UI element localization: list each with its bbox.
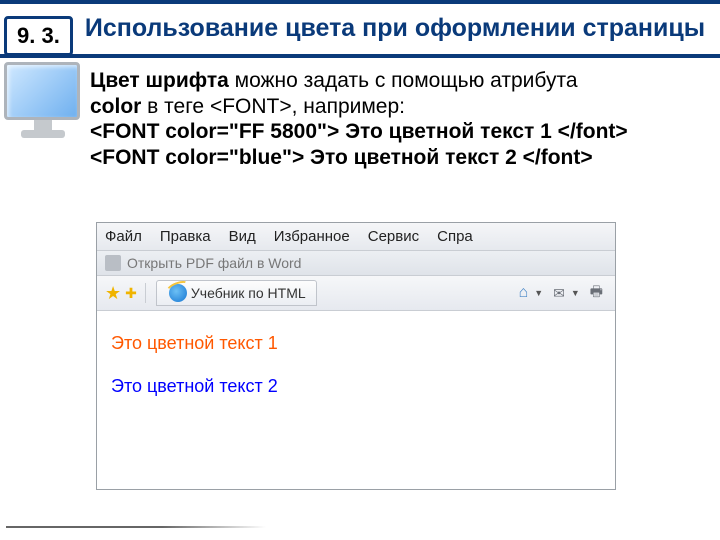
body-text: Цвет шрифта можно задать с помощью атриб… [90, 68, 710, 170]
monitor-screen [4, 62, 80, 120]
feed-dropdown-icon[interactable]: ▼ [571, 288, 580, 298]
separator [145, 283, 146, 303]
slide-title: Использование цвета при оформлении стран… [0, 15, 720, 43]
colored-text-2: Это цветной текст 2 [111, 376, 601, 397]
favorites-bar: ★ ✚ Учебник по HTML ⌂ ▼ ✉ ▼ 🖶 [97, 276, 615, 311]
intro-plain-1: можно задать с помощью атрибута [229, 69, 578, 92]
browser-tab[interactable]: Учебник по HTML [156, 280, 317, 306]
page-content: Это цветной текст 1 Это цветной текст 2 [97, 311, 615, 419]
monitor-illustration [4, 62, 82, 150]
print-icon[interactable]: 🖶 [590, 281, 603, 305]
pdf-icon [105, 255, 121, 271]
section-number-badge: 9. 3. [4, 16, 73, 56]
menu-help[interactable]: Спра [437, 228, 473, 245]
home-dropdown-icon[interactable]: ▼ [534, 288, 543, 298]
intro-plain-2: в теге <FONT>, например: [141, 95, 405, 118]
home-icon[interactable]: ⌂ [519, 284, 529, 302]
browser-window: Файл Правка Вид Избранное Сервис Спра От… [96, 222, 616, 490]
menu-view[interactable]: Вид [229, 228, 256, 245]
code-line-1: <FONT color="FF 5800"> Это цветной текст… [90, 119, 710, 145]
menu-tools[interactable]: Сервис [368, 228, 419, 245]
menu-file[interactable]: Файл [105, 228, 142, 245]
pdf-toolbar-text[interactable]: Открыть PDF файл в Word [127, 255, 301, 271]
menu-bar: Файл Правка Вид Избранное Сервис Спра [97, 223, 615, 251]
toolbar-right: ⌂ ▼ ✉ ▼ 🖶 [519, 281, 607, 305]
favorites-star-icon[interactable]: ★ [105, 283, 121, 304]
monitor-base [21, 130, 65, 138]
colored-text-1: Это цветной текст 1 [111, 333, 601, 354]
menu-favorites[interactable]: Избранное [274, 228, 350, 245]
tab-title: Учебник по HTML [191, 285, 306, 301]
intro-bold-1: Цвет шрифта [90, 69, 229, 92]
footer-divider [6, 526, 266, 528]
menu-edit[interactable]: Правка [160, 228, 211, 245]
add-favorite-icon[interactable]: ✚ [125, 285, 137, 302]
feed-icon[interactable]: ✉ [553, 285, 565, 302]
monitor-stand [34, 120, 52, 130]
code-line-2: <FONT color="blue"> Это цветной текст 2 … [90, 145, 710, 171]
slide-header: 9. 3. Использование цвета при оформлении… [0, 0, 720, 58]
pdf-toolbar: Открыть PDF файл в Word [97, 251, 615, 276]
intro-bold-2: color [90, 95, 141, 118]
ie-icon [169, 284, 187, 302]
